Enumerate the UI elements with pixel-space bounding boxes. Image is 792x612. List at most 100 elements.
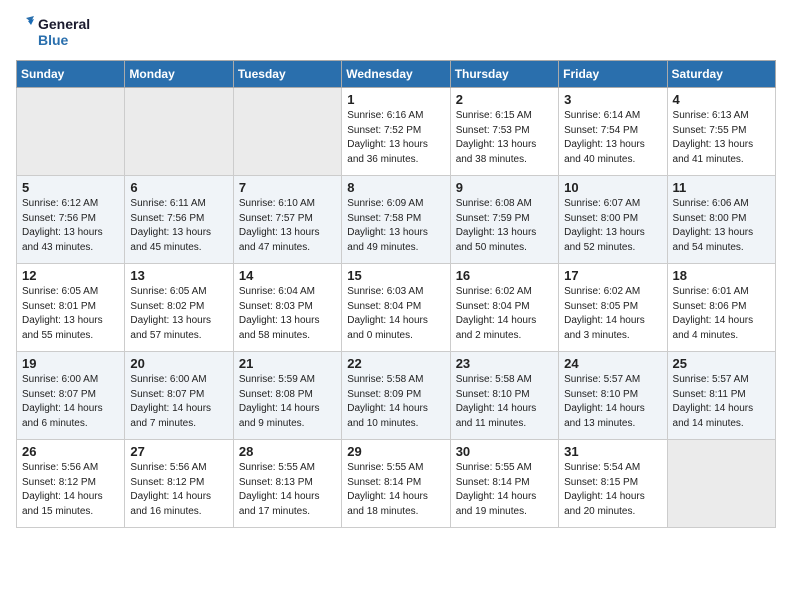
day-info: Sunrise: 6:00 AMSunset: 8:07 PMDaylight:… xyxy=(22,373,119,431)
day-number: 10 xyxy=(564,180,661,195)
day-cell: 5 Sunrise: 6:12 AMSunset: 7:56 PMDayligh… xyxy=(17,176,125,264)
day-number: 9 xyxy=(456,180,553,195)
day-cell: 25 Sunrise: 5:57 AMSunset: 8:11 PMDaylig… xyxy=(667,352,775,440)
day-cell xyxy=(667,440,775,528)
day-info: Sunrise: 6:06 AMSunset: 8:00 PMDaylight:… xyxy=(673,197,770,255)
day-cell: 10 Sunrise: 6:07 AMSunset: 8:00 PMDaylig… xyxy=(559,176,667,264)
day-info: Sunrise: 6:01 AMSunset: 8:06 PMDaylight:… xyxy=(673,285,770,343)
day-cell: 22 Sunrise: 5:58 AMSunset: 8:09 PMDaylig… xyxy=(342,352,450,440)
day-cell: 20 Sunrise: 6:00 AMSunset: 8:07 PMDaylig… xyxy=(125,352,233,440)
col-header-wednesday: Wednesday xyxy=(342,61,450,88)
day-info: Sunrise: 5:55 AMSunset: 8:14 PMDaylight:… xyxy=(456,461,553,519)
day-cell: 15 Sunrise: 6:03 AMSunset: 8:04 PMDaylig… xyxy=(342,264,450,352)
day-number: 7 xyxy=(239,180,336,195)
day-number: 6 xyxy=(130,180,227,195)
day-cell xyxy=(17,88,125,176)
day-info: Sunrise: 5:58 AMSunset: 8:10 PMDaylight:… xyxy=(456,373,553,431)
day-info: Sunrise: 5:55 AMSunset: 8:14 PMDaylight:… xyxy=(347,461,444,519)
day-number: 16 xyxy=(456,268,553,283)
day-number: 19 xyxy=(22,356,119,371)
day-cell: 11 Sunrise: 6:06 AMSunset: 8:00 PMDaylig… xyxy=(667,176,775,264)
day-number: 12 xyxy=(22,268,119,283)
day-info: Sunrise: 5:56 AMSunset: 8:12 PMDaylight:… xyxy=(22,461,119,519)
day-info: Sunrise: 5:58 AMSunset: 8:09 PMDaylight:… xyxy=(347,373,444,431)
day-cell: 2 Sunrise: 6:15 AMSunset: 7:53 PMDayligh… xyxy=(450,88,558,176)
day-number: 14 xyxy=(239,268,336,283)
col-header-saturday: Saturday xyxy=(667,61,775,88)
day-cell: 17 Sunrise: 6:02 AMSunset: 8:05 PMDaylig… xyxy=(559,264,667,352)
logo-general: General xyxy=(38,16,90,32)
col-header-friday: Friday xyxy=(559,61,667,88)
day-cell: 14 Sunrise: 6:04 AMSunset: 8:03 PMDaylig… xyxy=(233,264,341,352)
day-cell: 6 Sunrise: 6:11 AMSunset: 7:56 PMDayligh… xyxy=(125,176,233,264)
day-cell: 16 Sunrise: 6:02 AMSunset: 8:04 PMDaylig… xyxy=(450,264,558,352)
col-header-monday: Monday xyxy=(125,61,233,88)
day-number: 11 xyxy=(673,180,770,195)
day-info: Sunrise: 6:05 AMSunset: 8:02 PMDaylight:… xyxy=(130,285,227,343)
day-cell: 27 Sunrise: 5:56 AMSunset: 8:12 PMDaylig… xyxy=(125,440,233,528)
day-number: 18 xyxy=(673,268,770,283)
day-number: 23 xyxy=(456,356,553,371)
calendar-table: SundayMondayTuesdayWednesdayThursdayFrid… xyxy=(16,60,776,528)
day-info: Sunrise: 5:59 AMSunset: 8:08 PMDaylight:… xyxy=(239,373,336,431)
day-cell: 12 Sunrise: 6:05 AMSunset: 8:01 PMDaylig… xyxy=(17,264,125,352)
day-number: 25 xyxy=(673,356,770,371)
day-number: 22 xyxy=(347,356,444,371)
day-info: Sunrise: 6:13 AMSunset: 7:55 PMDaylight:… xyxy=(673,109,770,167)
day-cell: 24 Sunrise: 5:57 AMSunset: 8:10 PMDaylig… xyxy=(559,352,667,440)
day-number: 13 xyxy=(130,268,227,283)
day-number: 24 xyxy=(564,356,661,371)
day-info: Sunrise: 6:07 AMSunset: 8:00 PMDaylight:… xyxy=(564,197,661,255)
day-info: Sunrise: 6:12 AMSunset: 7:56 PMDaylight:… xyxy=(22,197,119,255)
day-cell: 13 Sunrise: 6:05 AMSunset: 8:02 PMDaylig… xyxy=(125,264,233,352)
day-cell: 3 Sunrise: 6:14 AMSunset: 7:54 PMDayligh… xyxy=(559,88,667,176)
day-number: 21 xyxy=(239,356,336,371)
day-info: Sunrise: 6:04 AMSunset: 8:03 PMDaylight:… xyxy=(239,285,336,343)
day-cell: 31 Sunrise: 5:54 AMSunset: 8:15 PMDaylig… xyxy=(559,440,667,528)
day-info: Sunrise: 6:05 AMSunset: 8:01 PMDaylight:… xyxy=(22,285,119,343)
day-number: 17 xyxy=(564,268,661,283)
day-number: 27 xyxy=(130,444,227,459)
day-info: Sunrise: 6:10 AMSunset: 7:57 PMDaylight:… xyxy=(239,197,336,255)
week-row-1: 1 Sunrise: 6:16 AMSunset: 7:52 PMDayligh… xyxy=(17,88,776,176)
day-cell: 23 Sunrise: 5:58 AMSunset: 8:10 PMDaylig… xyxy=(450,352,558,440)
col-header-sunday: Sunday xyxy=(17,61,125,88)
day-info: Sunrise: 6:00 AMSunset: 8:07 PMDaylight:… xyxy=(130,373,227,431)
day-info: Sunrise: 5:56 AMSunset: 8:12 PMDaylight:… xyxy=(130,461,227,519)
logo: General Blue xyxy=(16,16,90,48)
day-info: Sunrise: 6:08 AMSunset: 7:59 PMDaylight:… xyxy=(456,197,553,255)
day-info: Sunrise: 6:14 AMSunset: 7:54 PMDaylight:… xyxy=(564,109,661,167)
day-number: 15 xyxy=(347,268,444,283)
day-info: Sunrise: 6:02 AMSunset: 8:05 PMDaylight:… xyxy=(564,285,661,343)
day-cell: 19 Sunrise: 6:00 AMSunset: 8:07 PMDaylig… xyxy=(17,352,125,440)
day-cell: 8 Sunrise: 6:09 AMSunset: 7:58 PMDayligh… xyxy=(342,176,450,264)
day-cell: 9 Sunrise: 6:08 AMSunset: 7:59 PMDayligh… xyxy=(450,176,558,264)
day-number: 1 xyxy=(347,92,444,107)
week-row-3: 12 Sunrise: 6:05 AMSunset: 8:01 PMDaylig… xyxy=(17,264,776,352)
day-number: 20 xyxy=(130,356,227,371)
day-cell: 4 Sunrise: 6:13 AMSunset: 7:55 PMDayligh… xyxy=(667,88,775,176)
day-cell: 30 Sunrise: 5:55 AMSunset: 8:14 PMDaylig… xyxy=(450,440,558,528)
day-number: 8 xyxy=(347,180,444,195)
day-number: 5 xyxy=(22,180,119,195)
header-row: SundayMondayTuesdayWednesdayThursdayFrid… xyxy=(17,61,776,88)
page-header: General Blue xyxy=(16,16,776,48)
day-number: 31 xyxy=(564,444,661,459)
day-number: 2 xyxy=(456,92,553,107)
day-number: 28 xyxy=(239,444,336,459)
day-number: 30 xyxy=(456,444,553,459)
day-cell: 21 Sunrise: 5:59 AMSunset: 8:08 PMDaylig… xyxy=(233,352,341,440)
day-cell: 29 Sunrise: 5:55 AMSunset: 8:14 PMDaylig… xyxy=(342,440,450,528)
day-info: Sunrise: 6:09 AMSunset: 7:58 PMDaylight:… xyxy=(347,197,444,255)
day-info: Sunrise: 6:11 AMSunset: 7:56 PMDaylight:… xyxy=(130,197,227,255)
week-row-5: 26 Sunrise: 5:56 AMSunset: 8:12 PMDaylig… xyxy=(17,440,776,528)
week-row-4: 19 Sunrise: 6:00 AMSunset: 8:07 PMDaylig… xyxy=(17,352,776,440)
day-number: 4 xyxy=(673,92,770,107)
day-cell xyxy=(233,88,341,176)
logo-blue: Blue xyxy=(38,32,90,48)
day-info: Sunrise: 6:03 AMSunset: 8:04 PMDaylight:… xyxy=(347,285,444,343)
day-info: Sunrise: 6:15 AMSunset: 7:53 PMDaylight:… xyxy=(456,109,553,167)
day-cell xyxy=(125,88,233,176)
day-info: Sunrise: 6:02 AMSunset: 8:04 PMDaylight:… xyxy=(456,285,553,343)
day-info: Sunrise: 5:55 AMSunset: 8:13 PMDaylight:… xyxy=(239,461,336,519)
